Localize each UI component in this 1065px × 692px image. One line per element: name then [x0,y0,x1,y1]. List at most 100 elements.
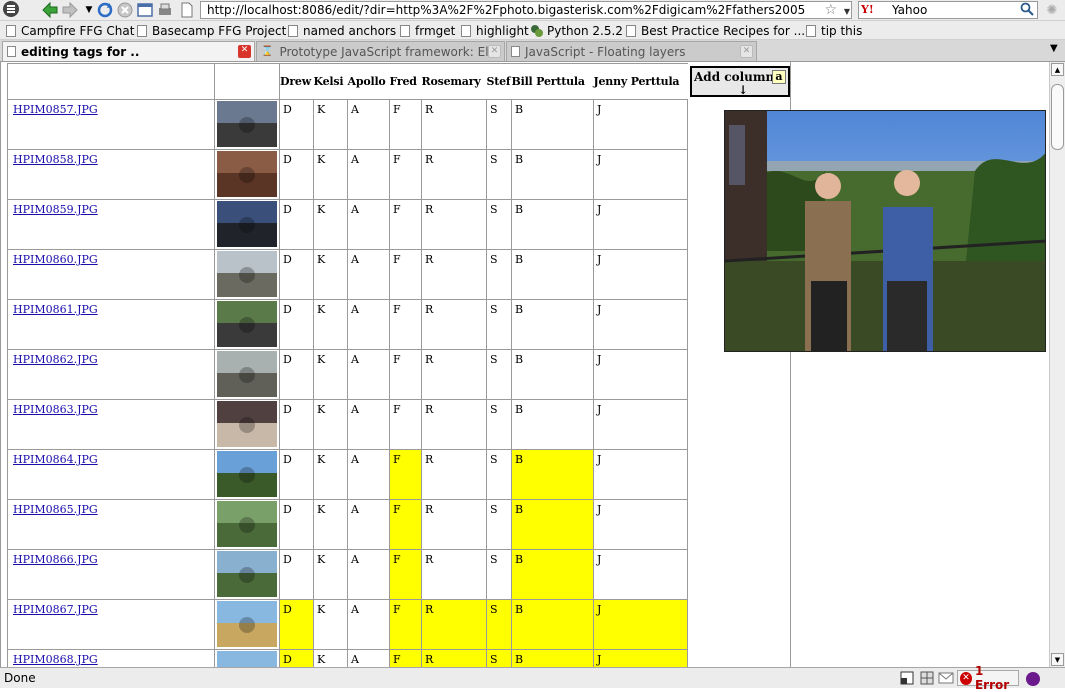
photo-thumbnail[interactable] [217,251,277,297]
tag-toggle-cell[interactable]: J [593,349,688,400]
tag-toggle-cell[interactable]: J [593,249,688,300]
add-column-button[interactable]: Add column ↓ a [690,66,790,97]
filename-link[interactable]: HPIM0863.JPG [8,400,214,416]
bookmark-item[interactable]: tip this [806,22,862,39]
photo-thumbnail[interactable] [217,351,277,397]
close-tab-icon[interactable]: ✕ [238,45,251,58]
tag-toggle-cell[interactable]: J [593,299,688,350]
tag-toggle-cell[interactable]: A [347,349,390,400]
filename-link[interactable]: HPIM0859.JPG [8,200,214,216]
bookmark-item[interactable]: Campfire FFG Chat [6,22,134,39]
tag-toggle-cell[interactable]: S [486,299,512,350]
url-bar[interactable]: http://localhost:8086/edit/?dir=http%3A%… [200,1,852,19]
tag-toggle-cell[interactable]: A [347,499,390,550]
screen-icon[interactable] [900,671,914,685]
grid-icon[interactable] [920,671,934,685]
tag-toggle-cell[interactable]: J [593,399,688,450]
tag-toggle-cell[interactable]: J [593,649,688,667]
search-box[interactable]: Y! Yahoo [858,1,1038,19]
filename-link[interactable]: HPIM0864.JPG [8,450,214,466]
addon-icon[interactable] [1025,671,1040,686]
photo-thumbnail[interactable] [217,151,277,197]
tag-toggle-cell[interactable]: K [313,299,348,350]
tab-floating-layers[interactable]: JavaScript - Floating layers ✕ [506,41,757,61]
tag-toggle-cell[interactable]: K [313,199,348,250]
photo-thumbnail[interactable] [217,451,277,497]
tag-toggle-cell[interactable]: S [486,149,512,200]
tag-toggle-cell[interactable]: A [347,249,390,300]
tag-toggle-cell[interactable]: K [313,149,348,200]
scroll-down-icon[interactable]: ▼ [1051,653,1064,666]
window-icon[interactable] [136,1,154,19]
tag-toggle-cell[interactable]: B [511,149,594,200]
tag-toggle-cell[interactable]: K [313,649,348,667]
tag-toggle-cell[interactable]: J [593,499,688,550]
tag-toggle-cell[interactable]: A [347,199,390,250]
tag-toggle-cell[interactable]: J [593,199,688,250]
tag-toggle-cell[interactable]: A [347,649,390,667]
tag-toggle-cell[interactable]: K [313,99,348,150]
url-dropdown-icon[interactable]: ▼ [844,7,850,16]
error-console-button[interactable]: ✕ 1 Error [957,664,1019,692]
tag-toggle-cell[interactable]: D [279,299,314,350]
vertical-scrollbar[interactable]: ▲ ▼ [1049,62,1065,667]
tag-toggle-cell[interactable]: S [486,199,512,250]
tag-toggle-cell[interactable]: D [279,399,314,450]
tag-toggle-cell[interactable]: K [313,399,348,450]
filename-link[interactable]: HPIM0865.JPG [8,500,214,516]
photo-thumbnail[interactable] [217,501,277,547]
bookmark-item[interactable]: Python 2.5.2 [530,22,623,39]
filename-link[interactable]: HPIM0862.JPG [8,350,214,366]
bookmark-item[interactable]: Basecamp FFG Project [137,22,286,39]
photo-thumbnail[interactable] [217,201,277,247]
tag-toggle-cell[interactable]: D [279,99,314,150]
tag-toggle-cell[interactable]: D [279,449,314,500]
tag-toggle-cell[interactable]: F [389,399,422,450]
app-menu-icon[interactable] [2,0,20,18]
photo-thumbnail[interactable] [217,651,277,667]
tag-toggle-cell[interactable]: K [313,499,348,550]
tag-toggle-cell[interactable]: K [313,349,348,400]
tag-toggle-cell[interactable]: B [511,99,594,150]
mail-icon[interactable] [938,671,954,685]
tag-toggle-cell[interactable]: R [421,249,487,300]
photo-thumbnail[interactable] [217,301,277,347]
tag-toggle-cell[interactable]: F [389,649,422,667]
tag-toggle-cell[interactable]: S [486,399,512,450]
tab-list-dropdown-icon[interactable]: ▼ [1050,43,1058,54]
tag-toggle-cell[interactable]: D [279,349,314,400]
tag-toggle-cell[interactable]: A [347,449,390,500]
tab-prototype[interactable]: ⌛ Prototype JavaScript framework: El... … [256,41,505,61]
tag-toggle-cell[interactable]: A [347,149,390,200]
tag-toggle-cell[interactable]: S [486,549,512,600]
tag-toggle-cell[interactable]: R [421,199,487,250]
tag-toggle-cell[interactable]: B [511,499,594,550]
filename-link[interactable]: HPIM0866.JPG [8,550,214,566]
tag-toggle-cell[interactable]: K [313,599,348,650]
close-tab-icon[interactable]: ✕ [488,45,501,58]
tag-toggle-cell[interactable]: B [511,549,594,600]
filename-link[interactable]: HPIM0860.JPG [8,250,214,266]
tag-toggle-cell[interactable]: R [421,649,487,667]
tag-toggle-cell[interactable]: D [279,599,314,650]
tag-toggle-cell[interactable]: S [486,249,512,300]
bookmark-item[interactable]: Best Practice Recipes for ... [626,22,805,39]
search-engine-icon[interactable]: Y! [861,3,874,16]
tag-toggle-cell[interactable]: K [313,249,348,300]
tag-toggle-cell[interactable]: R [421,349,487,400]
tag-toggle-cell[interactable]: J [593,599,688,650]
tag-toggle-cell[interactable]: S [486,449,512,500]
bookmark-item[interactable]: highlight [461,22,529,39]
tag-toggle-cell[interactable]: D [279,149,314,200]
photo-thumbnail[interactable] [217,401,277,447]
tag-toggle-cell[interactable]: J [593,149,688,200]
tag-toggle-cell[interactable]: J [593,99,688,150]
tag-toggle-cell[interactable]: R [421,449,487,500]
tag-toggle-cell[interactable]: R [421,499,487,550]
tag-toggle-cell[interactable]: D [279,199,314,250]
tag-toggle-cell[interactable]: F [389,549,422,600]
tag-toggle-cell[interactable]: K [313,549,348,600]
tag-toggle-cell[interactable]: R [421,149,487,200]
tag-toggle-cell[interactable]: B [511,349,594,400]
tag-toggle-cell[interactable]: A [347,399,390,450]
